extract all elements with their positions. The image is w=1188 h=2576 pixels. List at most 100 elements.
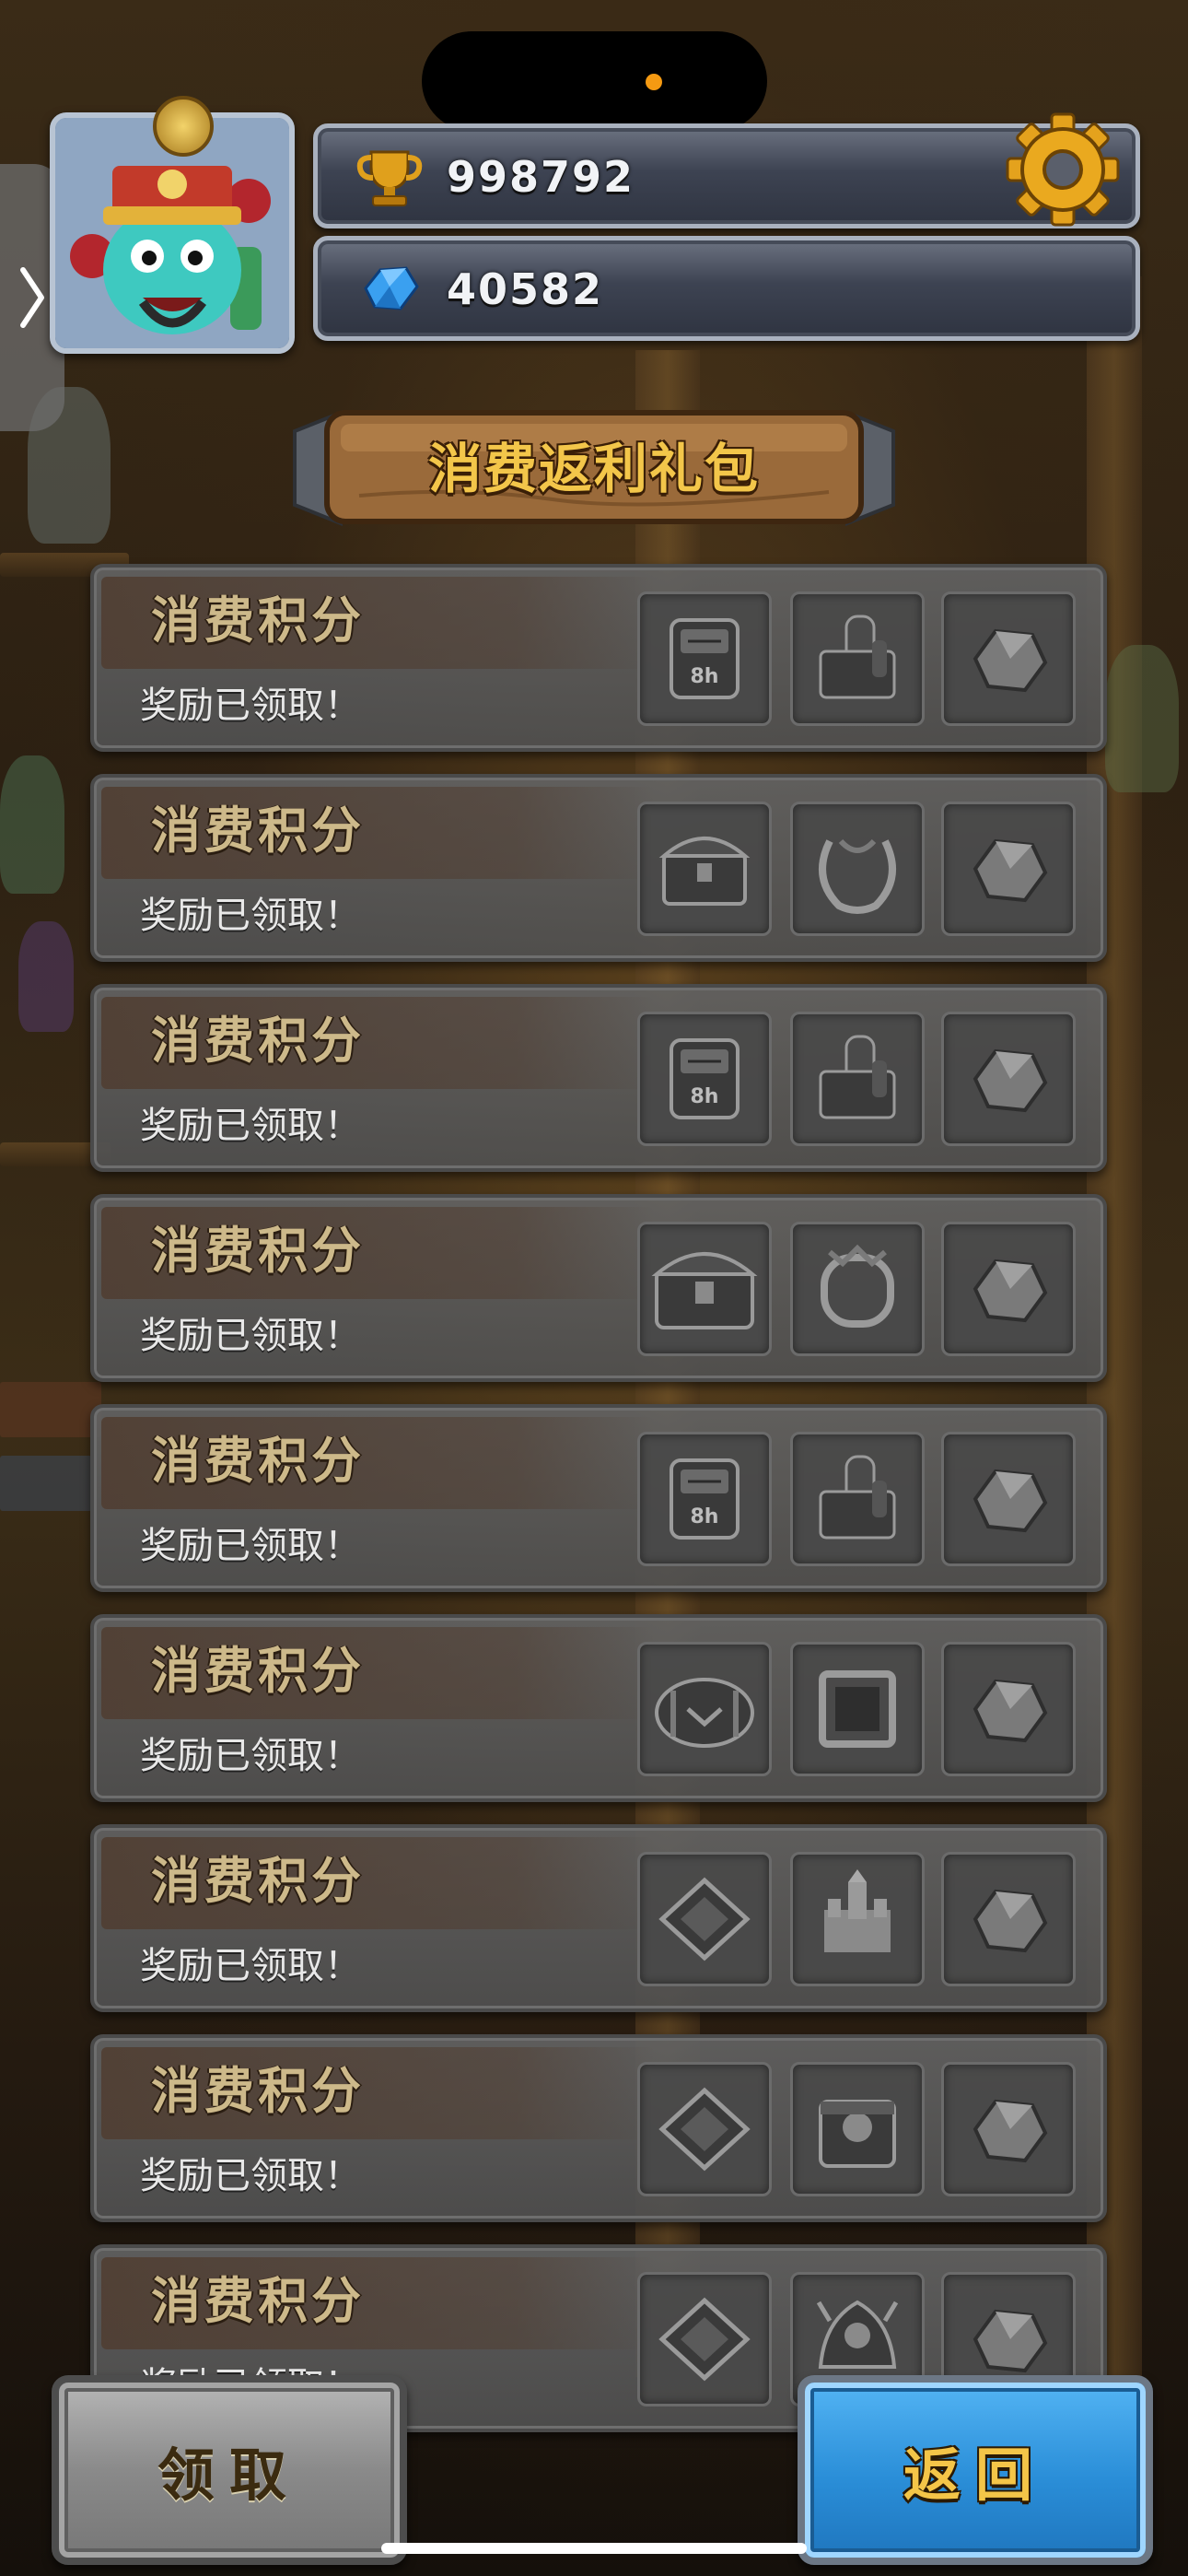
reward-slot[interactable]: 8h <box>637 591 772 726</box>
trophy-count: 998792 <box>447 152 635 202</box>
reward-slot[interactable] <box>941 1642 1076 1776</box>
back-button[interactable]: 返回 <box>798 2375 1153 2565</box>
factory-icon <box>819 615 896 699</box>
factory-icon <box>819 1035 896 1119</box>
svg-text:8h: 8h <box>691 665 719 688</box>
avatar-rank-badge <box>153 96 214 157</box>
speedup-8h-icon: 8h <box>670 1038 740 1119</box>
stone-icon <box>973 838 1048 903</box>
title-banner: 消费返利礼包 <box>276 404 912 533</box>
row-status: 奖励已领取！ <box>140 685 361 727</box>
svg-text:8h: 8h <box>691 1505 719 1528</box>
barrel-chest-icon <box>655 1678 754 1748</box>
reward-slot[interactable] <box>790 1432 925 1566</box>
reward-slot[interactable] <box>790 1012 925 1146</box>
blue-gem-icon <box>364 266 419 310</box>
row-title: 消费积分 <box>151 1852 365 1910</box>
row-status: 奖励已领取！ <box>140 2155 361 2197</box>
row-title: 消费积分 <box>151 1222 365 1280</box>
row-status: 奖励已领取！ <box>140 1945 361 1987</box>
reward-row: 消费积分 奖励已领取！ 8h <box>90 1404 1107 1592</box>
castle-icon <box>824 1869 891 1952</box>
row-status: 奖励已领取！ <box>140 1315 361 1357</box>
home-indicator[interactable] <box>381 2543 807 2554</box>
tile-icon <box>658 2087 751 2172</box>
trophy-icon <box>356 150 423 206</box>
reward-list: 消费积分 奖励已领取！ 8h 消费积分 奖励已领取！ 消费积分 奖励已领取！ 8… <box>90 564 1107 2454</box>
reward-slot[interactable] <box>637 2272 772 2406</box>
reward-slot[interactable] <box>941 2062 1076 2196</box>
stone-icon <box>973 1679 1048 1743</box>
row-status: 奖励已领取！ <box>140 895 361 937</box>
row-status: 奖励已领取！ <box>140 1525 361 1567</box>
gem-resource-bar: 40582 <box>313 236 1140 341</box>
background-book <box>0 1382 101 1437</box>
stone-icon <box>973 1469 1048 1533</box>
svg-text:8h: 8h <box>691 1085 719 1108</box>
gem-count: 40582 <box>447 264 604 314</box>
reward-slot[interactable] <box>790 1642 925 1776</box>
speedup-8h-icon: 8h <box>670 1458 740 1540</box>
ornate-frame-icon <box>821 1244 894 1328</box>
background-book <box>0 1456 92 1511</box>
reward-slot[interactable] <box>941 1852 1076 1986</box>
factory-icon <box>819 1455 896 1540</box>
row-status: 奖励已领取！ <box>140 1105 361 1147</box>
stone-icon <box>973 628 1048 693</box>
reward-slot[interactable] <box>941 1222 1076 1356</box>
reward-row: 消费积分 奖励已领取！ <box>90 1194 1107 1382</box>
skull-chest-icon <box>819 2100 896 2168</box>
reward-slot[interactable] <box>790 1222 925 1356</box>
reward-slot[interactable] <box>637 1852 772 1986</box>
game-screen: 998792 40582 消费返利礼包 消费积分 奖励已领取！ 8h 消费积分 … <box>0 0 1188 2576</box>
reward-slot[interactable]: 8h <box>637 1012 772 1146</box>
reward-row: 消费积分 奖励已领取！ 8h <box>90 564 1107 752</box>
reward-row: 消费积分 奖励已领取！ <box>90 774 1107 962</box>
chevron-right-icon <box>20 267 44 328</box>
dynamic-island <box>422 31 767 131</box>
row-status: 奖励已领取！ <box>140 1735 361 1777</box>
row-title: 消费积分 <box>151 2062 365 2120</box>
reward-slot[interactable] <box>637 1222 772 1356</box>
speedup-8h-icon: 8h <box>670 618 740 699</box>
stone-icon <box>973 1048 1048 1113</box>
row-title: 消费积分 <box>151 802 365 860</box>
reward-row: 消费积分 奖励已领取！ <box>90 1824 1107 2012</box>
reward-row: 消费积分 奖励已领取！ 8h <box>90 984 1107 1172</box>
reward-slot[interactable] <box>790 591 925 726</box>
background-bottle <box>0 755 64 894</box>
reward-row: 消费积分 奖励已领取！ <box>90 1614 1107 1802</box>
row-title: 消费积分 <box>151 1642 365 1700</box>
stone-icon <box>973 1259 1048 1323</box>
tile-icon <box>658 2297 751 2382</box>
reward-row: 消费积分 奖励已领取！ <box>90 2034 1107 2222</box>
row-title: 消费积分 <box>151 1012 365 1070</box>
stone-icon <box>973 2099 1048 2163</box>
reward-slot[interactable] <box>637 1642 772 1776</box>
stone-icon <box>973 1889 1048 1953</box>
recording-indicator-dot <box>646 74 662 90</box>
reward-slot[interactable] <box>790 2062 925 2196</box>
chest-icon <box>658 837 751 906</box>
reward-slot[interactable] <box>941 591 1076 726</box>
large-chest-icon <box>651 1252 758 1329</box>
row-title: 消费积分 <box>151 1432 365 1490</box>
row-title: 消费积分 <box>151 2272 365 2330</box>
laurel-frame-icon <box>819 838 896 914</box>
background-bottle <box>1105 645 1179 792</box>
claim-button[interactable]: 领取 <box>52 2375 407 2565</box>
row-title: 消费积分 <box>151 591 365 650</box>
background-bottle <box>18 921 74 1032</box>
reward-slot[interactable] <box>941 802 1076 936</box>
reward-slot[interactable]: 8h <box>637 1432 772 1566</box>
reward-slot[interactable] <box>941 1432 1076 1566</box>
page-title: 消费返利礼包 <box>427 438 760 500</box>
reward-slot[interactable] <box>790 802 925 936</box>
tile-icon <box>658 1877 751 1961</box>
settings-gear-icon[interactable] <box>1002 109 1124 230</box>
square-frame-icon <box>819 1670 896 1748</box>
reward-slot[interactable] <box>637 2062 772 2196</box>
reward-slot[interactable] <box>790 1852 925 1986</box>
reward-slot[interactable] <box>941 1012 1076 1146</box>
reward-slot[interactable] <box>637 802 772 936</box>
